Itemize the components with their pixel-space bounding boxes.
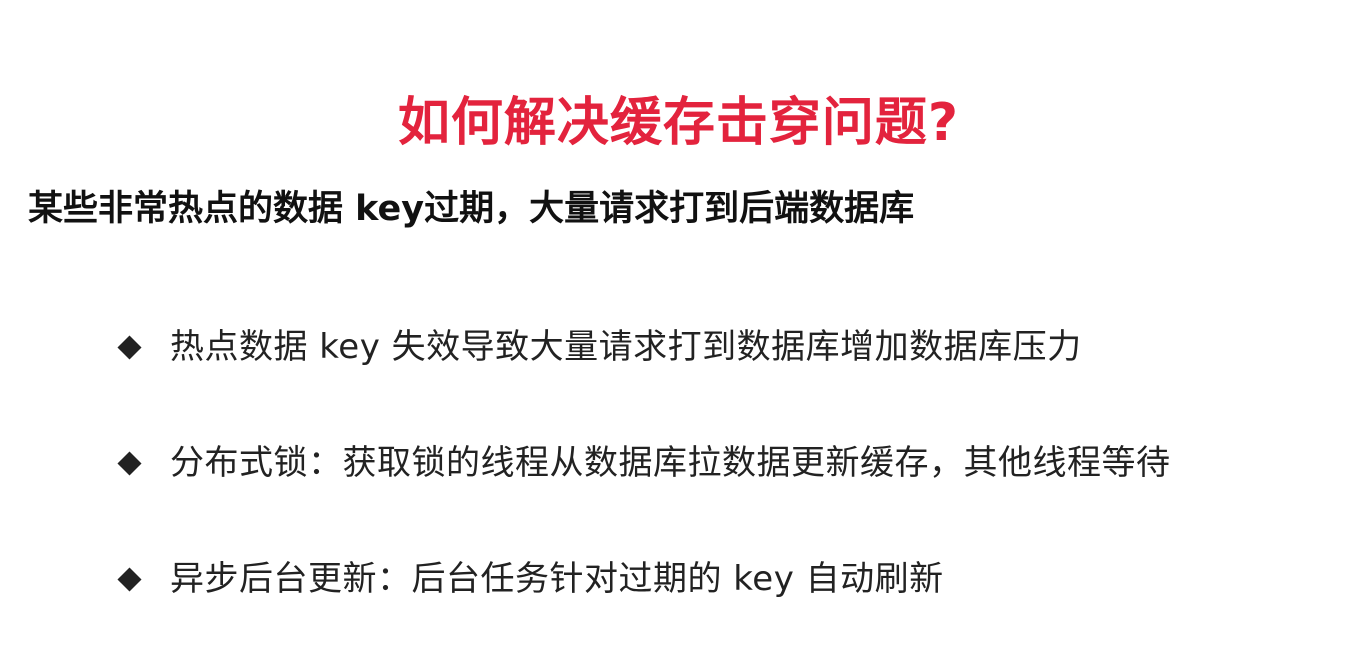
slide: 如何解决缓存击穿问题? 某些非常热点的数据 key过期，大量请求打到后端数据库 … (0, 0, 1357, 672)
problem-statement: 某些非常热点的数据 key过期，大量请求打到后端数据库 (28, 189, 915, 229)
list-item-hot-key-failure: 热点数据 key 失效导致大量请求打到数据库增加数据库压力 (115, 315, 1345, 379)
diamond-bullet-icon (117, 450, 142, 476)
slide-title: 如何解决缓存击穿问题? (397, 92, 960, 153)
bullet-text: 异步后台更新：后台任务针对过期的 key 自动刷新 (170, 559, 944, 599)
diamond-bullet-icon (117, 334, 142, 360)
list-item-async-refresh: 异步后台更新：后台任务针对过期的 key 自动刷新 (115, 547, 1345, 611)
solution-list: 热点数据 key 失效导致大量请求打到数据库增加数据库压力 分布式锁：获取锁的线… (115, 315, 1345, 663)
bullet-text: 热点数据 key 失效导致大量请求打到数据库增加数据库压力 (170, 327, 1082, 367)
diamond-bullet-icon (117, 566, 142, 592)
bullet-text: 分布式锁：获取锁的线程从数据库拉数据更新缓存，其他线程等待 (170, 443, 1171, 483)
list-item-distributed-lock: 分布式锁：获取锁的线程从数据库拉数据更新缓存，其他线程等待 (115, 431, 1345, 495)
